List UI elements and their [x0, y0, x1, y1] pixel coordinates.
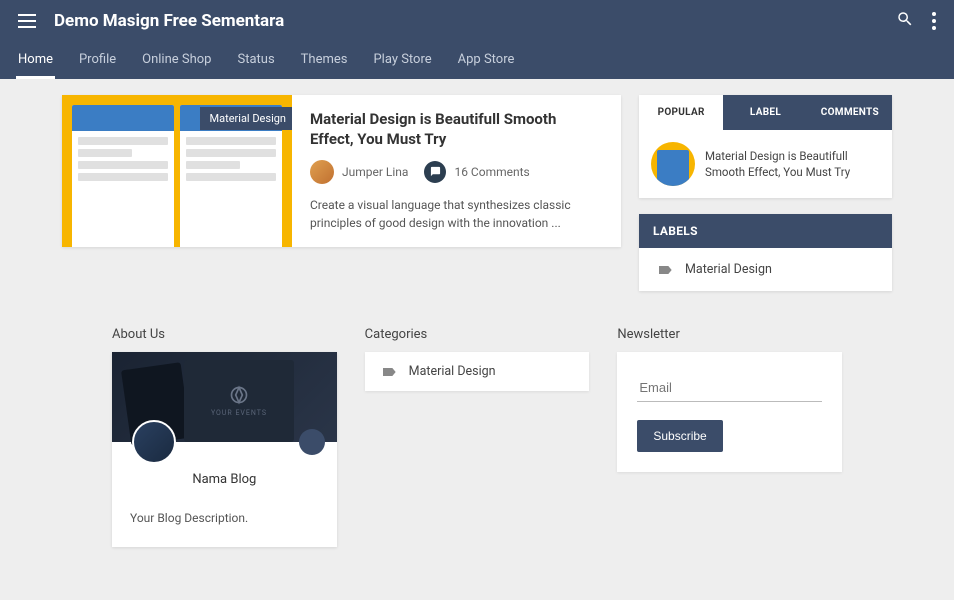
nav-app-store[interactable]: App Store [458, 42, 515, 79]
blog-name: Nama Blog [130, 472, 319, 487]
more-icon[interactable] [932, 12, 936, 30]
main-column: Material Design Material Design is Beaut… [62, 95, 621, 307]
popular-item[interactable]: Material Design is Beautifull Smooth Eff… [639, 130, 892, 198]
labels-header: LABELS [639, 214, 892, 248]
label-item[interactable]: Material Design [639, 248, 892, 291]
tab-popular[interactable]: POPULAR [639, 95, 723, 130]
about-card: YOUR EVENTS Nama Blog Your Blog Descript… [112, 352, 337, 547]
post-thumbnail[interactable]: Material Design [62, 95, 292, 247]
comment-count[interactable]: 16 Comments [454, 165, 529, 179]
category-item[interactable]: Material Design [365, 352, 590, 391]
categories-heading: Categories [365, 327, 590, 342]
about-fab[interactable] [299, 429, 325, 455]
about-banner: YOUR EVENTS [112, 352, 337, 442]
content-area: Material Design Material Design is Beaut… [0, 79, 954, 327]
post-meta: Jumper Lina 16 Comments [310, 160, 603, 184]
hamburger-icon[interactable] [18, 14, 36, 28]
post-title[interactable]: Material Design is Beautifull Smooth Eff… [310, 109, 603, 150]
nav-online-shop[interactable]: Online Shop [142, 42, 211, 79]
app-header: Demo Masign Free Sementara Home Profile … [0, 0, 954, 79]
popular-title: Material Design is Beautifull Smooth Eff… [705, 148, 880, 180]
nav-home[interactable]: Home [18, 42, 53, 79]
post-body: Material Design is Beautifull Smooth Eff… [292, 95, 621, 247]
main-nav: Home Profile Online Shop Status Themes P… [0, 42, 954, 79]
tab-label[interactable]: LABEL [723, 95, 807, 130]
author-avatar[interactable] [310, 160, 334, 184]
blog-desc: Your Blog Description. [130, 511, 319, 525]
newsletter-col: Newsletter Subscribe [617, 327, 842, 547]
about-heading: About Us [112, 327, 337, 342]
sidebar: POPULAR LABEL COMMENTS Material Design i… [639, 95, 892, 307]
newsletter-heading: Newsletter [617, 327, 842, 342]
tag-icon [657, 264, 673, 276]
about-col: About Us YOUR EVENTS Nama Blog Your Blog… [112, 327, 337, 547]
nav-status[interactable]: Status [237, 42, 274, 79]
popular-thumb [651, 142, 695, 186]
categories-col: Categories Material Design [365, 327, 590, 547]
tag-icon [381, 366, 397, 378]
tabs-widget: POPULAR LABEL COMMENTS Material Design i… [639, 95, 892, 198]
banner-text: YOUR EVENTS [211, 409, 267, 417]
about-avatar[interactable] [132, 420, 176, 464]
search-icon[interactable] [896, 10, 914, 32]
tabs-bar: POPULAR LABEL COMMENTS [639, 95, 892, 130]
author-name[interactable]: Jumper Lina [342, 165, 408, 179]
email-field[interactable] [637, 374, 822, 402]
tab-comments[interactable]: COMMENTS [808, 95, 892, 130]
footer-widgets: About Us YOUR EVENTS Nama Blog Your Blog… [0, 327, 954, 567]
nav-themes[interactable]: Themes [301, 42, 348, 79]
header-top: Demo Masign Free Sementara [0, 0, 954, 42]
post-excerpt: Create a visual language that synthesize… [310, 196, 603, 232]
subscribe-button[interactable]: Subscribe [637, 420, 722, 452]
nav-play-store[interactable]: Play Store [373, 42, 431, 79]
comment-icon[interactable] [424, 161, 446, 183]
label-name: Material Design [685, 262, 772, 277]
post-tag[interactable]: Material Design [200, 107, 292, 130]
labels-widget: LABELS Material Design [639, 214, 892, 291]
nav-profile[interactable]: Profile [79, 42, 116, 79]
post-card: Material Design Material Design is Beaut… [62, 95, 621, 247]
newsletter-card: Subscribe [617, 352, 842, 472]
category-name: Material Design [409, 364, 496, 379]
site-title: Demo Masign Free Sementara [54, 11, 896, 31]
header-actions [896, 10, 936, 32]
categories-card: Material Design [365, 352, 590, 391]
